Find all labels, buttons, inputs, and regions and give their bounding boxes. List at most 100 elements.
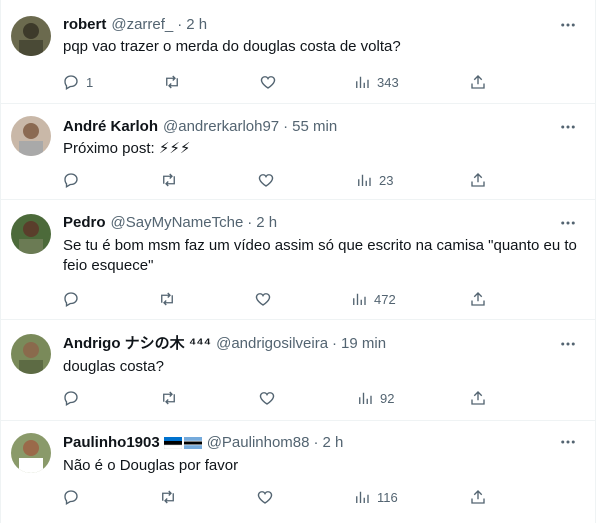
more-options-icon[interactable]	[559, 433, 577, 451]
reply-button[interactable]	[62, 386, 80, 410]
flag-badges	[163, 437, 202, 449]
separator: ·	[247, 214, 253, 231]
avatar[interactable]	[11, 334, 51, 374]
share-button[interactable]	[469, 168, 487, 192]
share-button[interactable]	[469, 70, 487, 94]
views-icon	[353, 293, 366, 305]
view-count: 116	[377, 489, 398, 505]
retweet-button[interactable]	[160, 168, 178, 192]
views-icon	[359, 392, 372, 404]
reply-button[interactable]: 1	[62, 70, 93, 94]
view-count: 472	[374, 291, 396, 307]
more-options-icon[interactable]	[559, 214, 577, 232]
reply-icon	[64, 75, 78, 90]
like-icon	[255, 293, 271, 306]
reply-button[interactable]	[62, 287, 80, 311]
user-handle[interactable]: @andrerkarloh97	[163, 117, 279, 137]
share-icon	[471, 75, 485, 89]
separator: ·	[332, 335, 338, 352]
share-button[interactable]	[469, 287, 487, 311]
tweet-andrigo[interactable]: Andrigo ナシの木 ⁴⁴⁴ @andrigosilveira · 19 m…	[1, 320, 596, 421]
tweet-paulinho[interactable]: Paulinho1903 @Paulinhom88 · 2 h Não é o …	[1, 421, 596, 523]
share-icon	[471, 173, 485, 187]
user-name[interactable]: Andrigo ナシの木 ⁴⁴⁴	[63, 334, 211, 354]
tweet-robert[interactable]: robert @zarref_ · 2 h pqp vao trazer o m…	[1, 0, 596, 104]
tweet-andre-karloh[interactable]: André Karloh @andrerkarloh97 · 55 min Pr…	[1, 104, 596, 200]
reply-count: 1	[86, 74, 94, 90]
share-icon	[471, 292, 485, 306]
retweet-button[interactable]	[160, 386, 178, 410]
more-options-icon[interactable]	[559, 16, 577, 34]
share-icon	[471, 490, 485, 504]
timestamp[interactable]: 2 h	[323, 433, 344, 453]
views-button[interactable]: 116	[353, 485, 398, 509]
retweet-button[interactable]	[158, 287, 176, 311]
view-count: 343	[377, 74, 399, 90]
views-icon	[356, 76, 369, 88]
share-icon	[471, 391, 485, 405]
timestamp[interactable]: 2 h	[256, 213, 277, 233]
tweet-text: pqp vao trazer o merda do douglas costa …	[63, 38, 401, 55]
retweet-icon	[161, 292, 173, 306]
tweet-text: Próximo post: ⚡⚡⚡	[63, 140, 191, 157]
timestamp[interactable]: 55 min	[292, 117, 337, 137]
action-bar: 1 343	[57, 70, 497, 94]
user-handle[interactable]: @andrigosilveira	[216, 334, 328, 354]
like-button[interactable]	[256, 485, 274, 509]
avatar[interactable]	[11, 16, 51, 56]
timestamp[interactable]: 19 min	[341, 334, 386, 354]
more-options-icon[interactable]	[559, 335, 577, 353]
retweet-icon	[163, 391, 175, 405]
tweet-pedro[interactable]: Pedro @SayMyNameTche · 2 h Se tu é bom m…	[1, 200, 596, 320]
reply-icon	[64, 490, 78, 505]
like-icon	[257, 491, 273, 504]
like-icon	[258, 174, 274, 187]
tweet-header: Paulinho1903 @Paulinhom88 · 2 h	[63, 433, 343, 453]
more-options-icon[interactable]	[559, 118, 577, 136]
reply-button[interactable]	[62, 168, 80, 192]
views-button[interactable]: 23	[355, 168, 393, 192]
view-count: 23	[379, 172, 394, 188]
user-handle[interactable]: @zarref_	[111, 15, 173, 35]
user-handle[interactable]: @Paulinhom88	[207, 433, 310, 453]
tweet-header: Pedro @SayMyNameTche · 2 h	[63, 213, 277, 233]
timestamp[interactable]: 2 h	[186, 15, 207, 35]
user-name[interactable]: robert	[63, 15, 106, 35]
like-icon	[260, 76, 276, 89]
action-bar: 472	[57, 287, 497, 311]
action-bar: 116	[57, 485, 497, 509]
user-name[interactable]: Pedro	[63, 213, 106, 233]
reply-icon	[64, 391, 78, 406]
separator: ·	[283, 118, 289, 135]
avatar[interactable]	[11, 116, 51, 156]
like-button[interactable]	[258, 386, 276, 410]
tweet-text: Se tu é bom msm faz um vídeo assim só qu…	[63, 237, 577, 274]
action-bar: 23	[57, 168, 497, 192]
reply-icon	[64, 173, 78, 188]
user-name[interactable]: Paulinho1903	[63, 433, 160, 453]
reply-icon	[64, 292, 78, 307]
like-button[interactable]	[254, 287, 272, 311]
retweet-icon	[162, 490, 174, 504]
user-handle[interactable]: @SayMyNameTche	[111, 213, 244, 233]
views-button[interactable]: 92	[356, 386, 394, 410]
retweet-button[interactable]	[159, 485, 177, 509]
like-button[interactable]	[257, 168, 275, 192]
tweet-header: Andrigo ナシの木 ⁴⁴⁴ @andrigosilveira · 19 m…	[63, 334, 386, 354]
user-name[interactable]: André Karloh	[63, 117, 158, 137]
reply-button[interactable]	[62, 485, 80, 509]
separator: ·	[177, 16, 183, 33]
retweet-button[interactable]	[163, 70, 181, 94]
share-button[interactable]	[469, 386, 487, 410]
avatar[interactable]	[11, 433, 51, 473]
like-icon	[259, 392, 275, 405]
avatar[interactable]	[11, 214, 51, 254]
reply-thread: robert @zarref_ · 2 h pqp vao trazer o m…	[0, 0, 596, 523]
tweet-text: Não é o Douglas por favor	[63, 457, 239, 474]
like-button[interactable]	[259, 70, 277, 94]
views-button[interactable]: 472	[350, 287, 396, 311]
flag-icon	[163, 437, 182, 449]
views-icon	[356, 491, 369, 503]
views-button[interactable]: 343	[353, 70, 399, 94]
share-button[interactable]	[469, 485, 487, 509]
